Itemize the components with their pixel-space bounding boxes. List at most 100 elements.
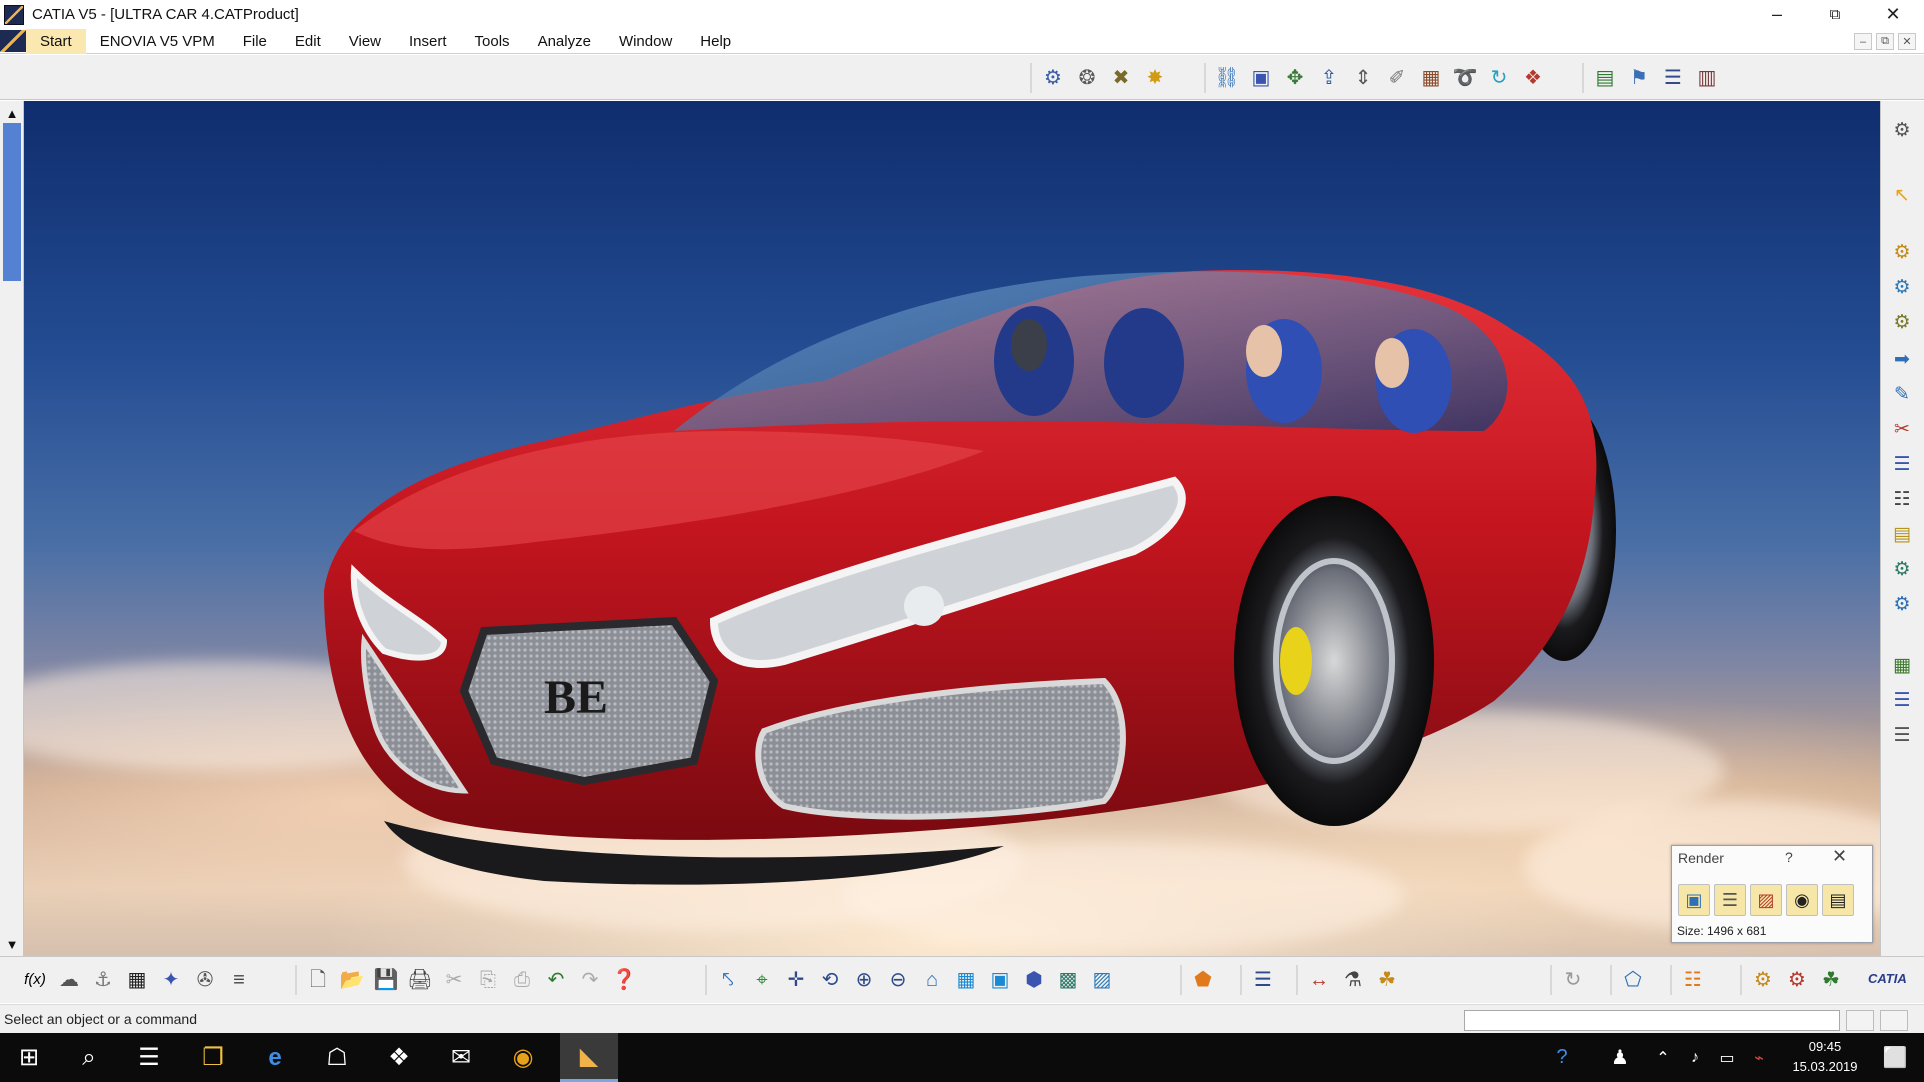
fix-icon[interactable]: ⇕ xyxy=(1348,63,1378,93)
restore-button[interactable]: ⧉ xyxy=(1806,0,1864,29)
vertical-scrollbar[interactable]: ▲ ▼ xyxy=(0,101,24,956)
comment-icon[interactable]: ☁ xyxy=(54,965,84,995)
environment-icon[interactable]: ⚙ xyxy=(1887,238,1917,268)
apply-material-icon[interactable]: ➡ xyxy=(1887,345,1917,375)
apply-material-icon[interactable]: ☘ xyxy=(1816,965,1846,995)
copy-icon[interactable]: ⎘ xyxy=(473,965,503,995)
task-view-icon[interactable]: ☰ xyxy=(120,1033,178,1082)
normal-view-icon[interactable]: ⌂ xyxy=(917,965,947,995)
cut-icon[interactable]: ✂ xyxy=(439,965,469,995)
menu-enovia[interactable]: ENOVIA V5 VPM xyxy=(86,29,229,54)
design-table-icon[interactable]: ▦ xyxy=(122,965,152,995)
render-image-icon[interactable]: ▣ xyxy=(1678,884,1710,916)
catia-taskbar-icon[interactable]: ◣ xyxy=(560,1033,618,1082)
catalog-icon[interactable]: ▤ xyxy=(1590,63,1620,93)
grid-icon[interactable]: ☷ xyxy=(1678,965,1708,995)
mdi-minimize-button[interactable]: – xyxy=(1854,33,1872,50)
help-icon[interactable]: ? xyxy=(1785,849,1793,865)
catalog-browser-icon[interactable]: ☰ xyxy=(1887,721,1917,751)
network-icon[interactable]: ⌁ xyxy=(1744,1033,1774,1082)
dropbox-icon[interactable]: ❖ xyxy=(370,1033,428,1082)
simulation-icon[interactable]: ▤ xyxy=(1887,520,1917,550)
help-tray-icon[interactable]: ? xyxy=(1542,1033,1582,1082)
render-camera-icon[interactable]: ◉ xyxy=(1786,884,1818,916)
update-icon[interactable]: ↻ xyxy=(1484,63,1514,93)
measure-between-icon[interactable]: ↔ xyxy=(1304,965,1334,995)
chrome-icon[interactable]: ◉ xyxy=(494,1033,552,1082)
menu-view[interactable]: View xyxy=(335,29,395,54)
save-icon[interactable]: 💾 xyxy=(371,965,401,995)
undo-icon[interactable]: ↶ xyxy=(541,965,571,995)
scroll-down-arrow-icon[interactable]: ▼ xyxy=(2,934,22,954)
camera-icon[interactable]: ⚙ xyxy=(1887,308,1917,338)
explode-icon[interactable]: ✖ xyxy=(1106,63,1136,93)
law-icon[interactable]: ✦ xyxy=(156,965,186,995)
zoom-out-icon[interactable]: ⊖ xyxy=(883,965,913,995)
mdi-restore-button[interactable]: ⧉ xyxy=(1876,33,1894,50)
catia-app-icon[interactable] xyxy=(4,4,24,25)
catia-menu-icon[interactable] xyxy=(0,30,26,52)
offset-icon[interactable]: ✥ xyxy=(1280,63,1310,93)
workbench-icon[interactable]: ⚙ xyxy=(1748,965,1778,995)
notification-center-icon[interactable]: ⬜ xyxy=(1866,1033,1924,1082)
update-all-icon[interactable]: ↻ xyxy=(1558,965,1588,995)
store-icon[interactable]: ☖ xyxy=(308,1033,366,1082)
quick-constraint-icon[interactable]: ▦ xyxy=(1416,63,1446,93)
render-shot-icon[interactable]: ☰ xyxy=(1887,686,1917,716)
render-options-icon[interactable]: ☰ xyxy=(1714,884,1746,916)
scene-editor-icon[interactable]: ⚙ xyxy=(1887,555,1917,585)
status-button-2[interactable] xyxy=(1880,1010,1908,1031)
status-button-1[interactable] xyxy=(1846,1010,1874,1031)
compass-icon[interactable]: ⬠ xyxy=(1618,965,1648,995)
shot-definition-icon[interactable]: ▦ xyxy=(1887,651,1917,681)
reuse-pattern-icon[interactable]: ❖ xyxy=(1518,63,1548,93)
battery-icon[interactable]: ▭ xyxy=(1712,1033,1742,1082)
list-icon[interactable]: ≡ xyxy=(224,965,254,995)
paste-icon[interactable]: ⎙ xyxy=(507,965,537,995)
knowledge-inspector-icon[interactable]: ✇ xyxy=(190,965,220,995)
menu-tools[interactable]: Tools xyxy=(461,29,524,54)
minimize-button[interactable]: – xyxy=(1748,0,1806,29)
fit-all-icon[interactable]: ⌖ xyxy=(747,965,777,995)
turntable-icon[interactable]: ☷ xyxy=(1887,485,1917,515)
taskbar-clock[interactable]: 09:45 15.03.2019 xyxy=(1785,1037,1865,1077)
scroll-up-arrow-icon[interactable]: ▲ xyxy=(2,103,22,123)
menu-help[interactable]: Help xyxy=(686,29,745,54)
people-icon[interactable]: ♟ xyxy=(1600,1033,1640,1082)
new-file-icon[interactable]: 🗋 xyxy=(303,965,333,995)
rotate-icon[interactable]: ⟲ xyxy=(815,965,845,995)
iso-view-icon[interactable]: ▣ xyxy=(985,965,1015,995)
measure-item-icon[interactable]: ⚗ xyxy=(1338,965,1368,995)
shading-icon[interactable]: ⬢ xyxy=(1019,965,1049,995)
fly-mode-icon[interactable]: ⤣ xyxy=(713,965,743,995)
render-panel-close-button[interactable]: ✕ xyxy=(1832,846,1847,867)
open-folder-icon[interactable]: 📂 xyxy=(337,965,367,995)
windows-start-icon[interactable]: ⊞ xyxy=(0,1033,58,1082)
command-input[interactable] xyxy=(1464,1010,1840,1031)
file-explorer-icon[interactable]: ❐ xyxy=(184,1033,242,1082)
car-model-render[interactable]: BE xyxy=(24,101,1880,956)
scroll-thumb[interactable] xyxy=(3,123,21,281)
pan-icon[interactable]: ✛ xyxy=(781,965,811,995)
bill-of-material-icon[interactable]: ☰ xyxy=(1658,63,1688,93)
mail-icon[interactable]: ✉ xyxy=(432,1033,490,1082)
redo-icon[interactable]: ↷ xyxy=(575,965,605,995)
print-icon[interactable]: 🖨 xyxy=(405,965,435,995)
show-hidden-icons-icon[interactable]: ⌃ xyxy=(1648,1033,1678,1082)
menu-edit[interactable]: Edit xyxy=(281,29,335,54)
whats-this-icon[interactable]: ❓ xyxy=(609,965,639,995)
menu-file[interactable]: File xyxy=(229,29,281,54)
component-icon[interactable]: ❂ xyxy=(1072,63,1102,93)
search-icon[interactable]: ⌕ xyxy=(60,1033,118,1082)
product-icon[interactable]: ⚙ xyxy=(1038,63,1068,93)
rendering-settings-icon[interactable]: ⚙ xyxy=(1887,116,1917,146)
fix-together-icon[interactable]: ✐ xyxy=(1382,63,1412,93)
edge-browser-icon[interactable]: e xyxy=(246,1033,304,1082)
close-button[interactable]: ✕ xyxy=(1864,0,1922,29)
edit-material-icon[interactable]: ✎ xyxy=(1887,380,1917,410)
sectioning-icon[interactable]: ▥ xyxy=(1692,63,1722,93)
volume-icon[interactable]: ♪ xyxy=(1680,1033,1710,1082)
3d-viewport[interactable]: BE xyxy=(24,101,1880,956)
menu-window[interactable]: Window xyxy=(605,29,686,54)
zoom-in-icon[interactable]: ⊕ xyxy=(849,965,879,995)
